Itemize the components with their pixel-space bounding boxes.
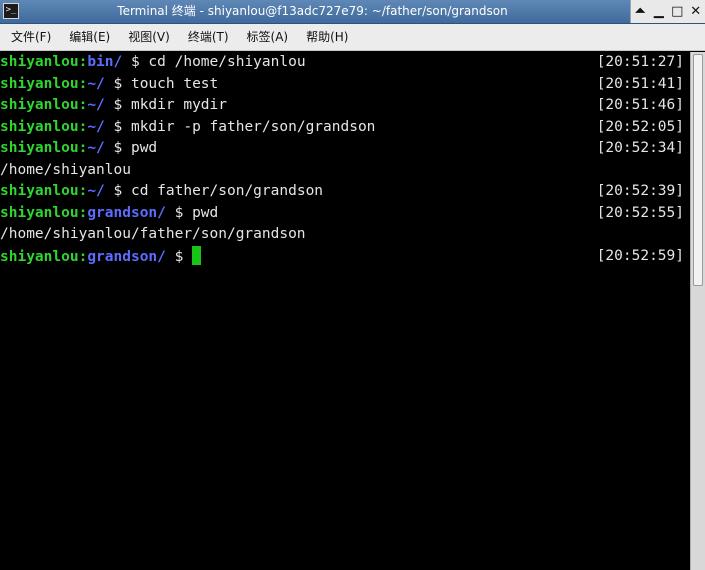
window-title: Terminal 终端 - shiyanlou@f13adc727e79: ~/… <box>117 4 508 18</box>
terminal-prompt-line: shiyanlou:~/ $ cd father/son/grandson <box>0 181 323 202</box>
text-cursor[interactable] <box>192 245 202 265</box>
prompt-directory: grandson/ <box>87 204 166 221</box>
menu-help[interactable]: 帮助(H) <box>298 26 356 48</box>
prompt-user: shiyanlou <box>0 75 79 92</box>
prompt-directory: ~/ <box>87 97 105 113</box>
terminal-window: >_ Terminal 终端 - shiyanlou@f13adc727e79:… <box>0 0 705 570</box>
prompt-separator: : <box>78 248 88 265</box>
prompt-user: shiyanlou <box>0 54 79 70</box>
prompt-command: $ pwd <box>165 204 219 221</box>
prompt-separator: : <box>78 183 88 199</box>
terminal-prompt-line: shiyanlou:~/ $ mkdir -p father/son/grand… <box>0 117 375 138</box>
menu-terminal[interactable]: 终端(T) <box>180 26 237 48</box>
line-timestamp: [20:52:39] <box>596 183 684 199</box>
minimize-window-icon[interactable]: ▁ <box>650 4 668 19</box>
terminal-active-prompt-line[interactable]: shiyanlou:grandson/ $ <box>0 245 202 267</box>
menu-bar: 文件(F) 编辑(E) 视图(V) 终端(T) 标签(A) 帮助(H) <box>0 24 705 51</box>
prompt-directory: ~/ <box>87 183 105 199</box>
menu-tabs[interactable]: 标签(A) <box>239 26 297 48</box>
terminal-prompt-line: shiyanlou:~/ $ mkdir mydir <box>0 95 227 116</box>
line-timestamp: [20:52:55] <box>596 204 684 221</box>
line-timestamp: [20:52:34] <box>596 140 684 156</box>
prompt-user: shiyanlou <box>0 183 79 199</box>
prompt-separator: : <box>78 54 88 70</box>
shade-window-icon[interactable]: ⏶ <box>631 4 649 19</box>
close-window-icon[interactable]: ✕ <box>687 4 705 19</box>
prompt-directory: ~/ <box>87 118 105 135</box>
terminal-prompt-line: shiyanlou:~/ $ touch test <box>0 74 218 95</box>
line-timestamp: [20:52:05] <box>596 118 684 135</box>
command-output-line: /home/shiyanlou/father/son/grandson <box>0 226 306 242</box>
prompt-command: $ mkdir -p father/son/grandson <box>104 118 376 135</box>
command-output-line: /home/shiyanlou <box>0 161 131 178</box>
prompt-separator: : <box>78 140 88 156</box>
prompt-user: shiyanlou <box>0 248 79 265</box>
menu-file[interactable]: 文件(F) <box>3 26 59 48</box>
prompt-command: $ cd father/son/grandson <box>104 183 324 199</box>
line-timestamp: [20:51:46] <box>596 97 684 113</box>
prompt-command: $ touch test <box>104 75 219 92</box>
prompt-command: $ <box>165 248 193 265</box>
prompt-directory: grandson/ <box>87 248 166 265</box>
prompt-directory: ~/ <box>87 75 105 92</box>
prompt-user: shiyanlou <box>0 140 79 156</box>
maximize-window-icon[interactable]: □ <box>668 4 686 19</box>
vertical-scrollbar[interactable] <box>690 52 705 570</box>
line-timestamp: [20:51:27] <box>596 54 684 70</box>
menu-edit[interactable]: 编辑(E) <box>61 26 118 48</box>
window-controls: ⏶ ▁ □ ✕ <box>630 0 705 23</box>
prompt-separator: : <box>78 75 88 92</box>
terminal-prompt-line: shiyanlou:bin/ $ cd /home/shiyanlou <box>0 52 306 73</box>
prompt-command: $ mkdir mydir <box>104 97 228 113</box>
terminal-prompt-line: shiyanlou:~/ $ pwd <box>0 138 157 159</box>
terminal-prompt-line: shiyanlou:grandson/ $ pwd <box>0 203 218 224</box>
prompt-user: shiyanlou <box>0 204 79 221</box>
prompt-directory: ~/ <box>87 140 105 156</box>
prompt-user: shiyanlou <box>0 97 79 113</box>
prompt-separator: : <box>78 118 88 135</box>
scrollbar-thumb[interactable] <box>693 54 703 286</box>
prompt-command: $ pwd <box>104 140 158 156</box>
title-bar[interactable]: >_ Terminal 终端 - shiyanlou@f13adc727e79:… <box>0 0 705 24</box>
line-timestamp: [20:52:59] <box>596 247 684 264</box>
prompt-user: shiyanlou <box>0 118 79 135</box>
prompt-directory: bin/ <box>87 54 123 70</box>
prompt-command: $ cd /home/shiyanlou <box>122 54 306 70</box>
prompt-separator: : <box>78 204 88 221</box>
terminal-output[interactable]: shiyanlou:bin/ $ cd /home/shiyanlou [20:… <box>0 52 690 570</box>
line-timestamp: [20:51:41] <box>596 75 684 92</box>
prompt-separator: : <box>78 97 88 113</box>
menu-view[interactable]: 视图(V) <box>120 26 178 48</box>
